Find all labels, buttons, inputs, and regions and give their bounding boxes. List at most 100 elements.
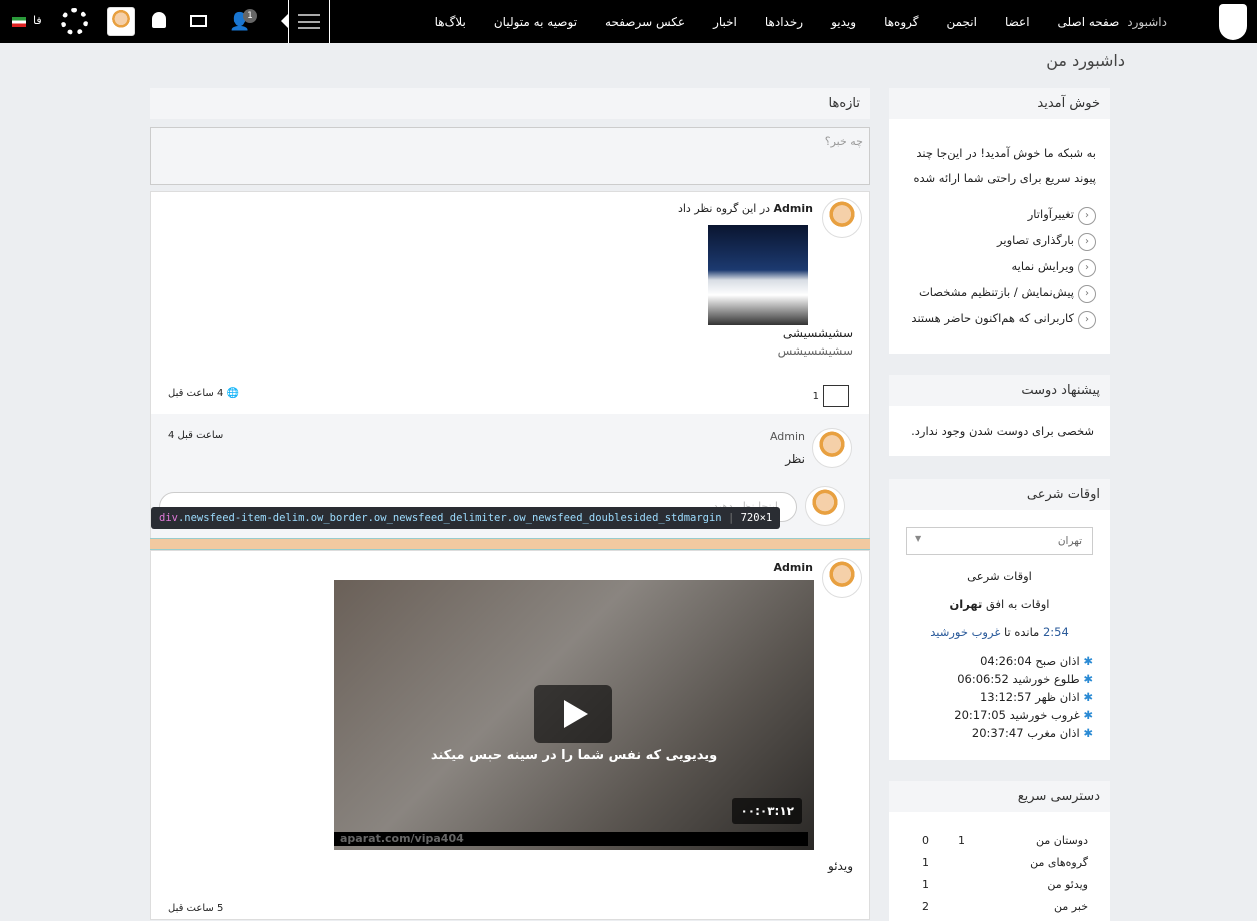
widget-title: پیشنهاد دوست	[889, 375, 1110, 406]
nav-item[interactable]: اعضا	[1005, 15, 1030, 29]
horizon-line: اوقات به افق تهران	[949, 597, 1050, 611]
play-button[interactable]	[534, 685, 612, 743]
arrow-icon: ‹	[1078, 233, 1096, 251]
menu-toggle-button[interactable]	[288, 0, 330, 43]
user-avatar[interactable]	[107, 7, 135, 36]
remaining-line: 2:54 مانده تا غروب خورشید	[930, 625, 1069, 639]
post-header: Admin در این گروه نظر داد	[678, 202, 813, 215]
status-placeholder: چه خبر؟	[824, 135, 863, 148]
settings-gear-icon[interactable]	[61, 8, 88, 35]
comment-icon[interactable]	[823, 385, 849, 407]
link-online-users[interactable]: ‹کاربرانی که هم‌اکنون حاضر هستند	[889, 305, 1096, 331]
main-nav: داشبورد صفحه اصلی اعضا انجمن گروه‌ها وید…	[435, 0, 1167, 43]
city-select[interactable]: تهران ▼	[906, 527, 1093, 555]
quick-row[interactable]: ویدئو من 1	[889, 874, 1110, 896]
empty-text: شخصی برای دوست شدن وجود ندارد.	[911, 424, 1094, 438]
welcome-text: به شبکه ما خوش آمدید! در این‌جا چند پیون…	[913, 146, 1096, 185]
collapse-arrow-icon	[281, 14, 288, 28]
friend-requests-badge: 1	[243, 9, 257, 23]
feed-header: تازه‌ها	[150, 88, 870, 119]
author-link[interactable]: Admin	[774, 561, 813, 574]
dropdown-arrow-icon: ▼	[915, 534, 922, 543]
commenter-avatar[interactable]	[812, 428, 852, 468]
arrow-icon: ‹	[1078, 207, 1096, 225]
link-preview-profile[interactable]: ‹پیش‌نمایش / بازتنظیم مشخصات	[889, 279, 1096, 305]
mail-icon[interactable]	[190, 15, 207, 27]
nav-item[interactable]: توصیه به متولیان	[494, 15, 577, 29]
post-line-2: سشیشسیشس	[777, 344, 853, 358]
nav-item[interactable]: داشبورد	[1127, 15, 1167, 29]
devtools-tooltip: div.newsfeed-item-delim.ow_border.ow_new…	[151, 507, 781, 529]
nav-item[interactable]: رخدادها	[765, 15, 803, 29]
post-time: 5 ساعت قبل	[168, 903, 224, 914]
star-icon: ✱	[1083, 654, 1093, 668]
comment-author[interactable]: Admin	[770, 430, 805, 443]
nav-item[interactable]: عکس سرصفحه	[605, 15, 685, 29]
link-change-avatar[interactable]: ‹تغییرآواتار	[889, 201, 1096, 227]
time-text: 4 ساعت قبل	[168, 388, 224, 399]
prayer-times-list: ✱ اذان صبح 04:26:04 ✱ طلوع خورشید 06:06:…	[954, 652, 1093, 742]
prayer-heading: اوقات شرعی	[967, 569, 1032, 583]
post-line-1: سشیشسیشی	[782, 326, 853, 340]
globe-icon: 🌐	[226, 388, 239, 399]
feed-delimiter	[150, 538, 870, 550]
language-switch[interactable]: فا	[33, 14, 42, 27]
tooltip-size: 720×1	[740, 512, 773, 524]
page-title: داشبورد من	[1046, 51, 1125, 70]
star-icon: ✱	[1083, 726, 1093, 740]
quick-row[interactable]: گروه‌های من 1	[889, 852, 1110, 874]
quick-row[interactable]: دوستان من 1 0	[889, 830, 1110, 852]
video-title: ویدیویی که نفس شما را در سینه حبس میکند	[430, 748, 718, 763]
feed-item: Admin در این گروه نظر داد سشیشسیشی سشیشس…	[150, 191, 870, 541]
prayer-times-widget: اوقات شرعی تهران ▼ اوقات شرعی اوقات به ا…	[889, 479, 1110, 760]
post-action: در این گروه نظر داد	[677, 202, 771, 215]
video-player[interactable]: ویدیویی که نفس شما را در سینه حبس میکند …	[334, 580, 814, 850]
city-value: تهران	[1057, 535, 1082, 547]
top-bar: داشبورد صفحه اصلی اعضا انجمن گروه‌ها وید…	[0, 0, 1257, 43]
quick-access-widget: دسترسی سریع دوستان من 1 0 گروه‌های من 1 وید…	[889, 781, 1110, 921]
post-image-car[interactable]	[708, 225, 808, 325]
nav-item[interactable]: ویدیو	[831, 15, 856, 29]
prayer-time-row: ✱ غروب خورشید 20:17:05	[954, 708, 1093, 722]
welcome-widget: خوش آمدید به شبکه ما خوش آمدید! در این‌ج…	[889, 88, 1110, 354]
post-time: 🌐 4 ساعت قبل	[168, 388, 239, 399]
status-input[interactable]: چه خبر؟	[150, 127, 870, 185]
arrow-icon: ‹	[1078, 285, 1096, 303]
feed-item: Admin ویدیویی که نفس شما را در سینه حبس …	[150, 550, 870, 920]
prayer-time-row: ✱ اذان صبح 04:26:04	[980, 654, 1093, 668]
tooltip-tag: div	[159, 512, 178, 524]
author-link[interactable]: Admin	[774, 202, 813, 215]
nav-item[interactable]: بلاگ‌ها	[435, 15, 466, 29]
tooltip-classes: .newsfeed-item-delim.ow_border.ow_newsfe…	[177, 512, 722, 524]
comment-count: 1	[812, 391, 819, 402]
post-text: ویدئو	[828, 859, 853, 873]
prayer-time-row: ✱ اذان مغرب 20:37:47	[971, 726, 1093, 740]
link-edit-profile[interactable]: ‹ویرایش نمایه	[889, 253, 1096, 279]
nav-item[interactable]: اخبار	[713, 15, 737, 29]
nav-item[interactable]: گروه‌ها	[884, 15, 918, 29]
logo-icon[interactable]	[1219, 4, 1247, 40]
comment-text: نظر	[785, 452, 805, 466]
iran-flag-icon	[12, 17, 26, 27]
nav-item[interactable]: انجمن	[946, 15, 977, 29]
video-watermark: aparat.com/vipa404	[334, 832, 808, 846]
quick-row[interactable]: خبر من 2	[889, 896, 1110, 918]
link-upload-photos[interactable]: ‹بارگذاری تصاویر	[889, 227, 1096, 253]
widget-title: خوش آمدید	[889, 88, 1110, 119]
star-icon: ✱	[1083, 690, 1093, 704]
arrow-icon: ‹	[1078, 311, 1096, 329]
video-duration: ۰۰:۰۳:۱۲	[732, 798, 802, 824]
widget-title: اوقات شرعی	[889, 479, 1110, 510]
prayer-time-row: ✱ اذان ظهر 13:12:57	[979, 690, 1093, 704]
star-icon: ✱	[1083, 708, 1093, 722]
my-avatar	[805, 486, 845, 526]
nav-item[interactable]: صفحه اصلی	[1058, 15, 1120, 29]
star-icon: ✱	[1083, 672, 1093, 686]
prayer-time-row: ✱ طلوع خورشید 06:06:52	[957, 672, 1093, 686]
bell-icon[interactable]	[152, 12, 166, 28]
widget-title: دسترسی سریع	[889, 781, 1110, 812]
comment-time: 4 ساعت قبل	[168, 430, 224, 441]
author-avatar[interactable]	[822, 558, 862, 598]
author-avatar[interactable]	[822, 198, 862, 238]
friend-suggestion-widget: پیشنهاد دوست شخصی برای دوست شدن وجود ندا…	[889, 375, 1110, 456]
